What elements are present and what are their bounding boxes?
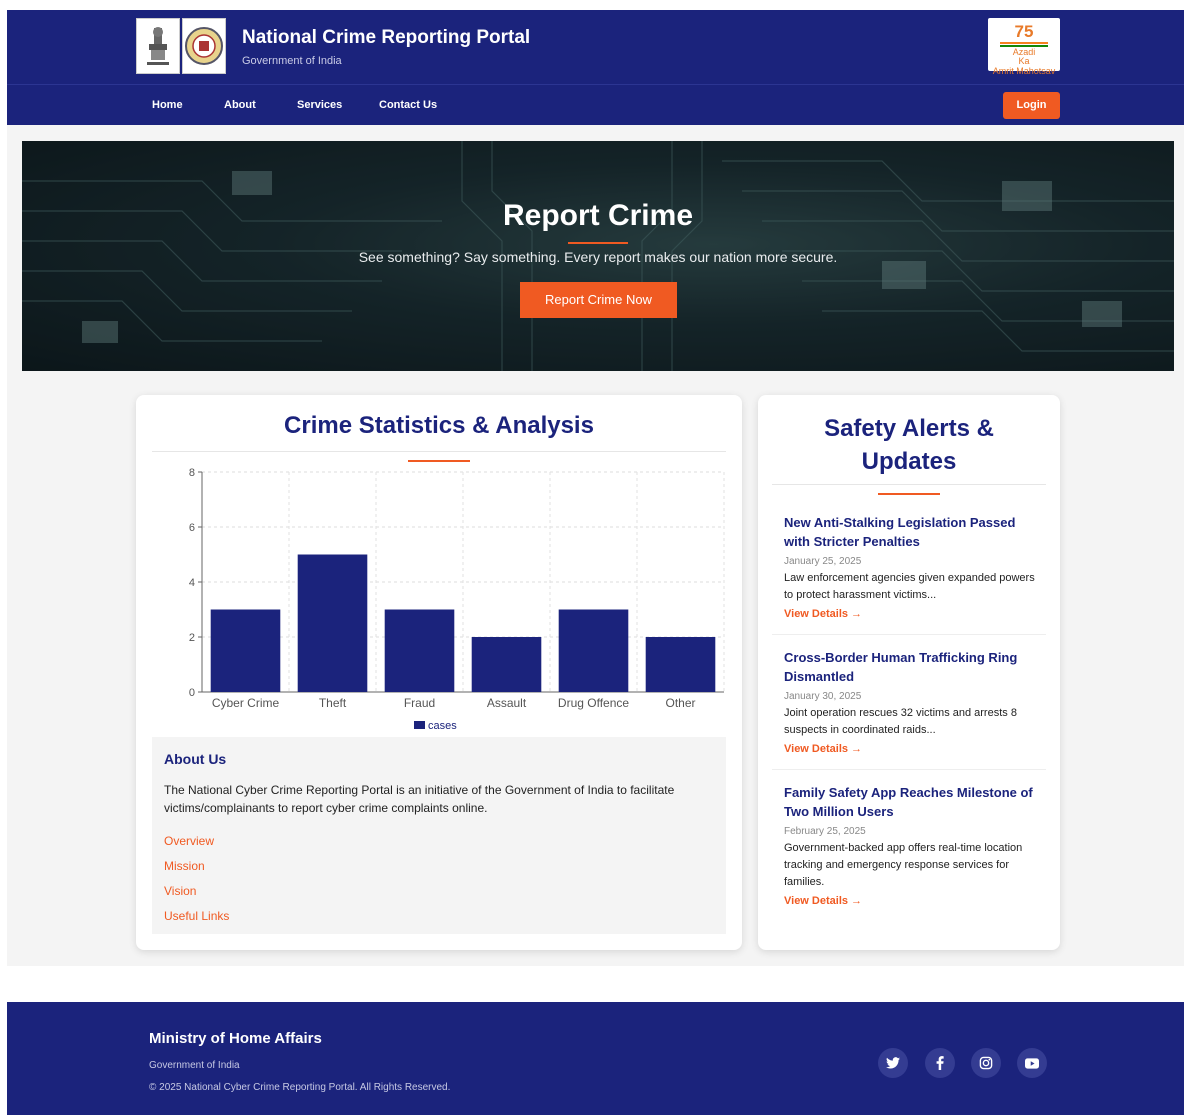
site-header: National Crime Reporting Portal Governme…: [7, 10, 1184, 84]
bar-fraud[interactable]: [384, 609, 455, 693]
site-title: National Crime Reporting Portal: [242, 27, 531, 48]
alert-item: Family Safety App Reaches Milestone of T…: [784, 783, 1039, 909]
hero-title-underline: [568, 242, 628, 244]
y-tick-label: 2: [189, 632, 195, 644]
nav-item-home[interactable]: Home: [152, 99, 183, 111]
ncb-seal-icon: [182, 18, 226, 74]
about-us-text: The National Cyber Crime Reporting Porta…: [164, 783, 675, 815]
y-tick-label: 6: [189, 522, 195, 534]
safety-alerts-title-accent: [878, 493, 940, 495]
bar-cyber-crime[interactable]: [210, 609, 281, 693]
footer-subtitle: Government of India: [149, 1060, 240, 1071]
legend-swatch: [414, 721, 425, 729]
footer-copyright: © 2025 National Cyber Crime Reporting Po…: [149, 1082, 451, 1093]
alert-title[interactable]: Family Safety App Reaches Milestone of T…: [784, 783, 1039, 821]
alert-title[interactable]: New Anti-Stalking Legislation Passed wit…: [784, 513, 1039, 551]
x-tick-label: Fraud: [404, 696, 435, 710]
alert-item: New Anti-Stalking Legislation Passed wit…: [784, 513, 1039, 622]
hero-tagline: See something? Say something. Every repo…: [358, 249, 838, 265]
about-link-vision[interactable]: Vision: [164, 884, 196, 898]
alert-date: January 25, 2025: [784, 556, 862, 567]
site-footer: Ministry of Home Affairs Government of I…: [7, 1002, 1184, 1115]
nav-item-about[interactable]: About: [224, 99, 256, 111]
about-link-mission[interactable]: Mission: [164, 859, 205, 873]
login-button[interactable]: Login: [1003, 92, 1060, 119]
bar-theft[interactable]: [297, 554, 368, 693]
alert-description: Government-backed app offers real-time l…: [784, 842, 1023, 888]
bar-assault[interactable]: [471, 637, 542, 692]
main-nav: Home About Services Contact Us Login: [7, 84, 1184, 125]
alert-date: January 30, 2025: [784, 691, 862, 702]
crime-statistics-bar-chart: 0 2 4 6 8 Cyber Crime Theft Fraud Assault Drug Of…: [189, 467, 725, 732]
nav-item-contact-us[interactable]: Contact Us: [379, 99, 437, 111]
y-tick-label: 8: [189, 467, 195, 479]
bar-drug-offence[interactable]: [558, 609, 629, 693]
view-details-link[interactable]: View Details →: [784, 743, 862, 755]
instagram-icon[interactable]: [971, 1048, 1001, 1078]
report-crime-now-button[interactable]: Report Crime Now: [520, 282, 677, 318]
about-link-useful-links[interactable]: Useful Links: [164, 909, 229, 923]
legend-label: cases: [428, 720, 457, 732]
safety-alerts-card: Safety Alerts & Updates New Anti-Stalkin…: [758, 395, 1060, 950]
facebook-icon[interactable]: [925, 1048, 955, 1078]
youtube-icon[interactable]: [1017, 1048, 1047, 1078]
x-tick-label: Cyber Crime: [212, 696, 280, 710]
emblem-group: [136, 18, 226, 74]
x-tick-label: Assault: [487, 696, 527, 710]
page: National Crime Reporting Portal Governme…: [0, 0, 1184, 1115]
x-tick-label: Other: [665, 696, 695, 710]
about-us-title: About Us: [164, 751, 227, 767]
about-link-overview[interactable]: Overview: [164, 834, 214, 848]
alert-description: Joint operation rescues 32 victims and a…: [784, 707, 1017, 736]
alert-title[interactable]: Cross-Border Human Trafficking Ring Dism…: [784, 648, 1039, 686]
statistics-title: Crime Statistics & Analysis: [284, 412, 594, 439]
nav-item-services[interactable]: Services: [297, 99, 342, 111]
hero-banner: Report Crime See something? Say somethin…: [22, 141, 1174, 371]
site-subtitle: Government of India: [242, 55, 342, 67]
footer-title: Ministry of Home Affairs: [149, 1030, 322, 1047]
alert-item: Cross-Border Human Trafficking Ring Dism…: [784, 648, 1039, 757]
x-tick-label: Drug Offence: [558, 696, 629, 710]
azadi-ka-amrit-mahotsav-logo: 75 Azadi Ka Amrit Mahotsav: [988, 18, 1060, 76]
y-tick-label: 4: [189, 577, 195, 589]
alert-date: February 25, 2025: [784, 826, 866, 837]
view-details-link[interactable]: View Details →: [784, 895, 862, 907]
twitter-icon[interactable]: [878, 1048, 908, 1078]
x-tick-label: Theft: [319, 696, 347, 710]
hero-title: Report Crime: [502, 199, 694, 232]
view-details-link[interactable]: View Details →: [784, 608, 862, 620]
alert-description: Law enforcement agencies given expanded …: [784, 572, 1035, 601]
about-us-panel: About Us The National Cyber Crime Report…: [152, 737, 726, 934]
bar-other[interactable]: [645, 637, 716, 692]
safety-alerts-title: Safety Alerts & Updates: [824, 415, 994, 475]
y-tick-label: 0: [189, 687, 195, 699]
national-emblem-icon: [136, 18, 180, 74]
